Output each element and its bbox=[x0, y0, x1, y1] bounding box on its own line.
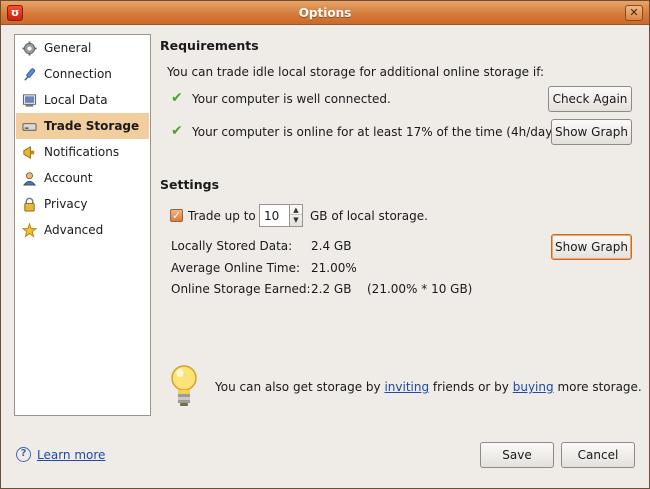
trade-storage-checkbox[interactable]: ✓ bbox=[170, 209, 183, 222]
show-graph-button[interactable]: Show Graph bbox=[551, 119, 632, 145]
sidebar-item-label: Advanced bbox=[44, 223, 104, 237]
trade-suffix-label: GB of local storage. bbox=[310, 209, 428, 223]
stat-value-storage-earned: 2.2 GB bbox=[311, 282, 352, 296]
requirements-intro: You can trade idle local storage for add… bbox=[167, 65, 545, 79]
sidebar-item-notifications[interactable]: Notifications bbox=[16, 139, 149, 165]
sidebar-item-privacy[interactable]: Privacy bbox=[16, 191, 149, 217]
trade-amount-input[interactable] bbox=[259, 204, 289, 227]
trade-up-to-label: Trade up to bbox=[188, 209, 256, 223]
trade-amount-stepper[interactable]: ▲ ▼ bbox=[289, 204, 303, 227]
window-title: Options bbox=[298, 6, 352, 20]
sidebar-item-label: Trade Storage bbox=[44, 119, 140, 133]
stat-label-storage-earned: Online Storage Earned: bbox=[171, 282, 311, 296]
lock-icon bbox=[21, 196, 37, 212]
stepper-up-icon[interactable]: ▲ bbox=[290, 205, 302, 215]
buying-link[interactable]: buying bbox=[513, 380, 554, 394]
sidebar-item-label: Privacy bbox=[44, 197, 88, 211]
lightbulb-icon bbox=[169, 363, 199, 411]
tip-suffix: more storage. bbox=[557, 380, 642, 394]
stepper-down-icon[interactable]: ▼ bbox=[290, 215, 302, 225]
stat-extra-storage-earned: (21.00% * 10 GB) bbox=[367, 282, 473, 296]
save-button[interactable]: Save bbox=[480, 442, 554, 468]
close-button[interactable]: ✕ bbox=[625, 5, 643, 21]
condition-connected-text: Your computer is well connected. bbox=[192, 92, 391, 106]
star-icon bbox=[21, 222, 37, 238]
checkmark-icon: ✔ bbox=[171, 90, 183, 106]
learn-more-link[interactable]: Learn more bbox=[37, 448, 105, 462]
sidebar-item-trade-storage[interactable]: Trade Storage bbox=[16, 113, 149, 139]
stat-value-locally-stored: 2.4 GB bbox=[311, 239, 352, 253]
sidebar-item-connection[interactable]: Connection bbox=[16, 61, 149, 87]
drive-icon bbox=[21, 92, 37, 108]
sidebar-item-label: Local Data bbox=[44, 93, 108, 107]
check-again-button[interactable]: Check Again bbox=[548, 86, 632, 112]
sidebar-item-advanced[interactable]: Advanced bbox=[16, 217, 149, 243]
tip-middle: friends or by bbox=[432, 380, 509, 394]
requirements-heading: Requirements bbox=[160, 38, 259, 53]
sidebar-item-general[interactable]: General bbox=[16, 35, 149, 61]
stat-label-average-online: Average Online Time: bbox=[171, 261, 301, 275]
help-icon[interactable]: ? bbox=[16, 447, 31, 462]
settings-heading: Settings bbox=[160, 177, 220, 192]
cancel-button[interactable]: Cancel bbox=[561, 442, 635, 468]
stat-value-average-online: 21.00% bbox=[311, 261, 357, 275]
sidebar-item-label: Notifications bbox=[44, 145, 120, 159]
person-icon bbox=[21, 170, 37, 186]
sidebar-item-label: General bbox=[44, 41, 92, 55]
sidebar-item-label: Connection bbox=[44, 67, 112, 81]
title-bar[interactable]: ʊ Options ✕ bbox=[1, 1, 649, 25]
checkmark-icon: ✔ bbox=[171, 123, 183, 139]
condition-online-text: Your computer is online for at least 17%… bbox=[192, 125, 557, 139]
plug-icon bbox=[21, 66, 37, 82]
sidebar-item-local-data[interactable]: Local Data bbox=[16, 87, 149, 113]
sidebar: General Connection Local Data Trade Stor… bbox=[14, 34, 151, 416]
options-window: ʊ Options ✕ General Connection Local Dat… bbox=[0, 0, 650, 489]
gear-icon bbox=[21, 40, 37, 56]
settings-show-graph-button[interactable]: Show Graph bbox=[551, 234, 632, 260]
stat-label-locally-stored: Locally Stored Data: bbox=[171, 239, 293, 253]
sidebar-item-label: Account bbox=[44, 171, 93, 185]
tip-text: You can also get storage by inviting fri… bbox=[215, 380, 642, 394]
storage-icon bbox=[21, 118, 37, 134]
sidebar-item-account[interactable]: Account bbox=[16, 165, 149, 191]
tip-prefix: You can also get storage by bbox=[215, 380, 381, 394]
inviting-link[interactable]: inviting bbox=[384, 380, 429, 394]
megaphone-icon bbox=[21, 144, 37, 160]
